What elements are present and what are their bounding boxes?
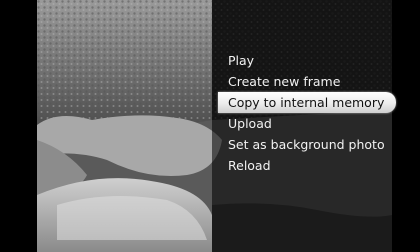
context-menu: Play Create new frame Copy to internal m…: [218, 50, 396, 176]
menu-item-reload[interactable]: Reload: [218, 155, 396, 176]
menu-item-play[interactable]: Play: [218, 50, 396, 71]
menu-item-set-as-background-photo[interactable]: Set as background photo: [218, 134, 396, 155]
menu-item-create-new-frame[interactable]: Create new frame: [218, 71, 396, 92]
menu-item-copy-to-internal-memory[interactable]: Copy to internal memory: [218, 92, 396, 113]
photo-frame-screen: Play Create new frame Copy to internal m…: [0, 0, 420, 252]
menu-item-upload[interactable]: Upload: [218, 113, 396, 134]
